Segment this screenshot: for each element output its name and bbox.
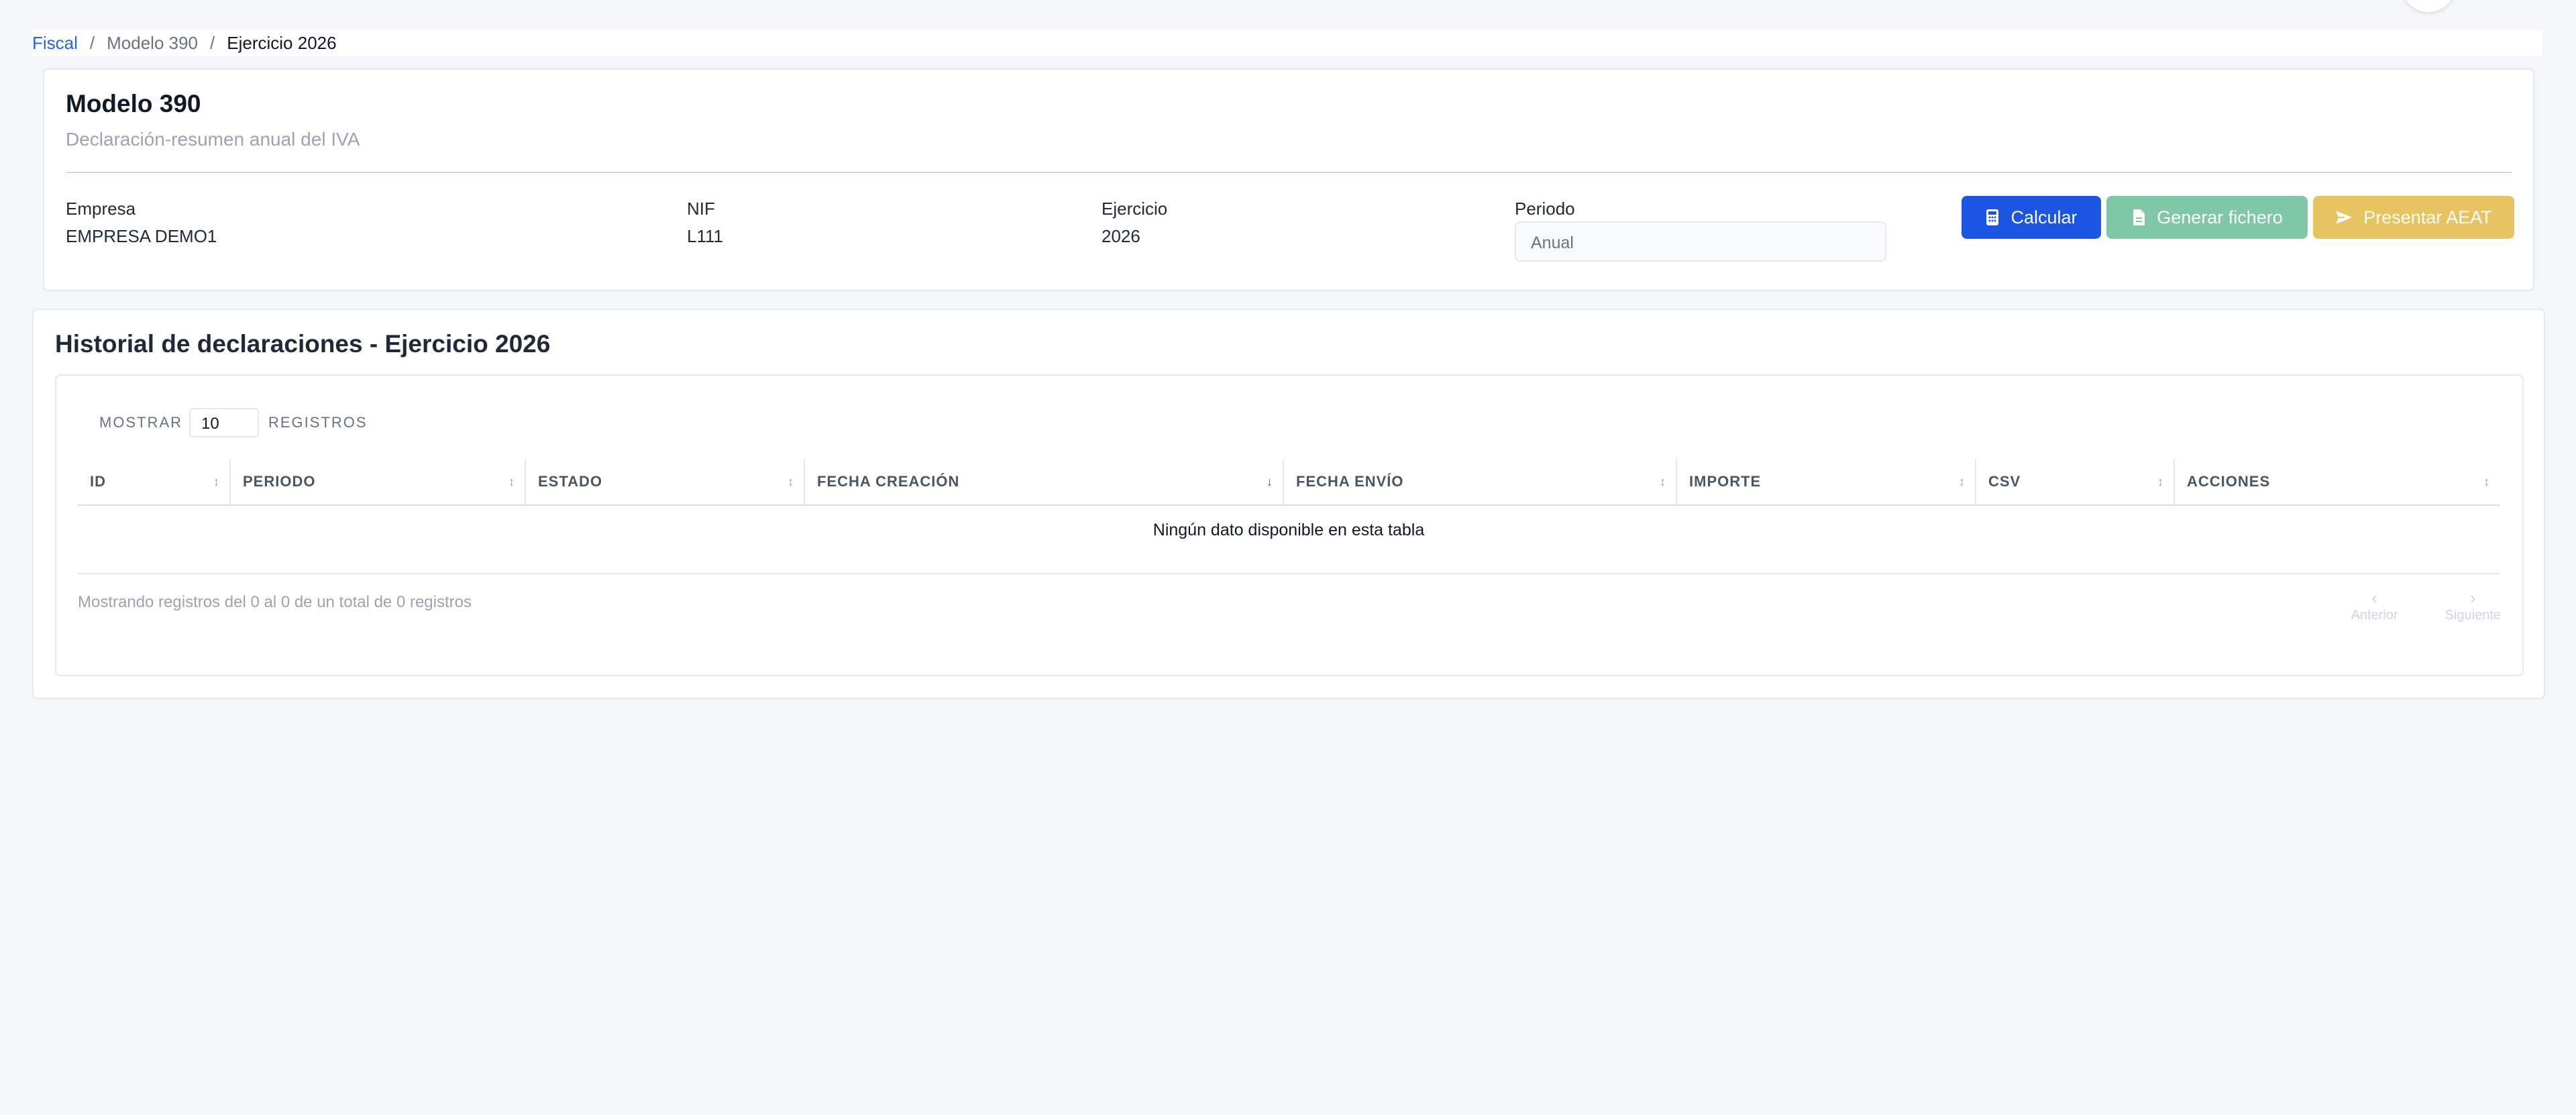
breadcrumb-separator: /	[210, 33, 215, 53]
calcular-label: Calcular	[2010, 207, 2078, 227]
empresa-label: Empresa	[66, 199, 136, 219]
ejercicio-field: Ejercicio 2026	[1102, 199, 1167, 247]
breadcrumb: Fiscal / Modelo 390 / Ejercicio 2026	[32, 30, 2542, 56]
ejercicio-value: 2026	[1102, 226, 1140, 246]
user-avatar[interactable]	[2402, 0, 2455, 12]
send-icon	[2336, 211, 2353, 224]
previous-label: Anterior	[2351, 608, 2398, 623]
calculator-icon	[1986, 209, 1999, 225]
chevron-right-icon: ›	[2469, 588, 2476, 608]
column-header-fecha-creacion[interactable]: FECHA CREACIÓN ↓	[805, 459, 1284, 505]
calcular-button[interactable]: Calcular	[1962, 196, 2101, 239]
sort-icon: ↕	[1959, 475, 1966, 488]
column-header-label: FECHA ENVÍO	[1296, 473, 1404, 490]
empresa-field: Empresa EMPRESA DEMO1	[66, 199, 217, 247]
sort-icon: ↕	[788, 475, 794, 488]
nif-field: NIF L111	[687, 199, 723, 247]
generar-fichero-button[interactable]: Generar fichero	[2106, 196, 2308, 239]
column-header-label: IMPORTE	[1689, 473, 1762, 490]
pagination: ‹ Anterior › Siguiente	[2351, 589, 2501, 624]
next-label: Siguiente	[2445, 608, 2501, 623]
page-length-select[interactable]: 10	[189, 408, 259, 437]
page-subtitle: Declaración-resumen anual del IVA	[66, 129, 360, 150]
column-header-label: ID	[90, 473, 106, 490]
column-header-acciones[interactable]: ACCIONES ↕	[2175, 459, 2500, 505]
sort-icon: ↕	[508, 475, 515, 488]
column-header-label: ACCIONES	[2187, 473, 2271, 490]
ejercicio-label: Ejercicio	[1102, 199, 1168, 219]
empresa-value: EMPRESA DEMO1	[66, 226, 217, 246]
chevron-left-icon: ‹	[2371, 588, 2377, 608]
column-header-label: ESTADO	[538, 473, 603, 490]
table-header: ID ↕ PERIODO ↕ ESTADO ↕ FECHA CREACIÓN ↓ FEC…	[78, 459, 2500, 506]
sort-desc-icon: ↓	[1267, 475, 1273, 488]
next-page-button[interactable]: › Siguiente	[2445, 589, 2501, 624]
divider	[66, 172, 2512, 173]
historial-title: Historial de declaraciones - Ejercicio 2…	[55, 330, 551, 358]
datatable-wrapper: MOSTRAR 10 REGISTROS ID ↕ PERIODO ↕ ESTADO…	[55, 374, 2524, 676]
empty-table-row: Ningún dato disponible en esta tabla	[78, 506, 2500, 574]
presentar-aeat-label: Presentar AEAT	[2363, 207, 2492, 227]
historial-card: Historial de declaraciones - Ejercicio 2…	[32, 309, 2545, 699]
sort-icon: ↕	[1660, 475, 1666, 488]
sort-icon: ↕	[213, 475, 220, 488]
periodo-input[interactable]: Anual	[1515, 221, 1886, 262]
file-icon	[2133, 209, 2145, 225]
breadcrumb-current: Ejercicio 2026	[227, 33, 337, 53]
page-title: Modelo 390	[66, 90, 201, 117]
table-info: Mostrando registros del 0 al 0 de un tot…	[78, 593, 472, 611]
column-header-label: PERIODO	[243, 473, 316, 490]
breadcrumb-separator: /	[89, 33, 95, 53]
presentar-aeat-button[interactable]: Presentar AEAT	[2313, 196, 2514, 239]
sort-icon: ↕	[2483, 475, 2490, 488]
nif-label: NIF	[687, 199, 715, 219]
length-suffix: REGISTROS	[268, 414, 368, 431]
previous-page-button[interactable]: ‹ Anterior	[2351, 589, 2398, 624]
model-header-card: Modelo 390 Declaración-resumen anual del…	[43, 68, 2534, 291]
generar-fichero-label: Generar fichero	[2157, 207, 2283, 227]
sort-icon: ↕	[2157, 475, 2164, 488]
column-header-importe[interactable]: IMPORTE ↕	[1677, 459, 1976, 505]
column-header-fecha-envio[interactable]: FECHA ENVÍO ↕	[1284, 459, 1677, 505]
length-prefix: MOSTRAR	[99, 414, 182, 431]
breadcrumb-fiscal-link[interactable]: Fiscal	[32, 30, 78, 56]
column-header-label: CSV	[1988, 473, 2021, 490]
column-header-label: FECHA CREACIÓN	[817, 473, 960, 490]
breadcrumb-modelo[interactable]: Modelo 390	[107, 30, 198, 56]
column-header-periodo[interactable]: PERIODO ↕	[231, 459, 526, 505]
nif-value: L111	[687, 226, 723, 246]
column-header-estado[interactable]: ESTADO ↕	[526, 459, 805, 505]
column-header-csv[interactable]: CSV ↕	[1976, 459, 2175, 505]
periodo-label: Periodo	[1515, 199, 1575, 219]
page-length-control: MOSTRAR 10 REGISTROS	[99, 408, 368, 437]
column-header-id[interactable]: ID ↕	[78, 459, 231, 505]
